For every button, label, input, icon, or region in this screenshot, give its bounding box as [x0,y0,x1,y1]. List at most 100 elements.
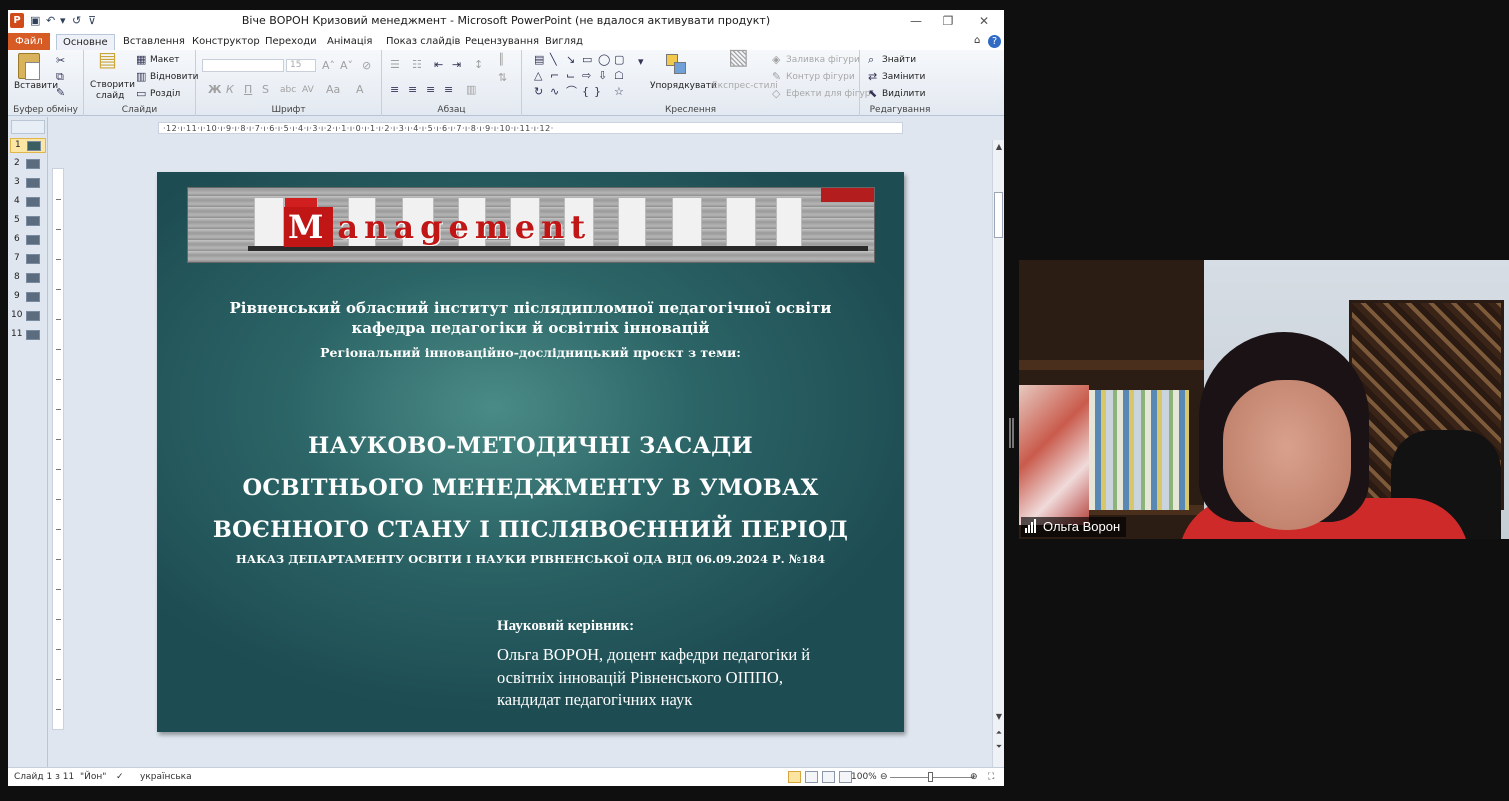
character-spacing-icon[interactable]: AV [302,84,314,96]
decrease-indent-icon[interactable]: ⇤ [434,59,443,71]
theme-name[interactable]: "Йон" [80,772,106,782]
help-icon[interactable]: ? [988,35,1001,48]
tab-file[interactable]: Файл [8,33,50,50]
line-spacing-icon[interactable]: ↕ [474,59,483,71]
tab-slide-show[interactable]: Показ слайдів [380,34,466,50]
star-shape-icon[interactable]: ☆ [614,86,624,98]
bullets-icon[interactable]: ☰ [390,59,400,71]
triangle-shape-icon[interactable]: △ [534,70,542,82]
tab-insert[interactable]: Вставлення [117,34,191,50]
pane-tabs[interactable] [11,120,45,134]
previous-slide-icon[interactable]: ⏶ [994,728,1004,738]
tab-view[interactable]: Вигляд [539,34,589,50]
minimize-ribbon-icon[interactable]: ⌂ [974,35,980,46]
text-direction-icon[interactable]: ⇅ [498,72,507,84]
slide-canvas[interactable]: Management Рівненський обласний інститут… [157,172,904,732]
paste-button[interactable]: Вставити [14,81,58,91]
new-slide-icon[interactable]: ▤ [98,49,117,69]
rounded-rect-shape-icon[interactable]: ▢ [614,54,624,66]
quick-styles-icon[interactable]: ▧ [728,47,749,69]
slide-thumbnail-8[interactable]: 8 [10,271,46,286]
reset-button[interactable]: Відновити [150,72,199,82]
align-left-icon[interactable]: ≡ [390,84,399,96]
vertical-scrollbar[interactable]: ▲ ▼ ⏶ ⏷ [992,140,1004,767]
slide-thumbnail-1[interactable]: 1 [10,138,46,153]
shape-fill-button[interactable]: Заливка фігури [786,55,860,65]
slide-thumbnail-9[interactable]: 9 [10,290,46,305]
new-slide-button-line2[interactable]: слайд [96,91,124,101]
align-right-icon[interactable]: ≡ [426,84,435,96]
close-button[interactable]: ✕ [970,12,998,30]
find-button[interactable]: Знайти [882,55,916,65]
font-color-icon[interactable]: A [356,84,364,96]
bold-icon[interactable]: Ж [208,84,221,96]
zoom-level[interactable]: 100% [851,772,877,782]
language-indicator[interactable]: українська [140,772,192,782]
shape-effects-button[interactable]: Ефекти для фігур [786,89,871,99]
window-splitter-handle[interactable] [1009,418,1014,448]
slide-thumbnail-2[interactable]: 2 [10,157,46,172]
clear-formatting-icon[interactable]: ⊘ [362,60,371,72]
font-name-field[interactable] [202,59,284,72]
zoom-out-icon[interactable]: ⊖ [880,772,888,782]
arrow-line-shape-icon[interactable]: ↘ [566,54,575,66]
paste-icon[interactable] [18,53,40,80]
rectangle-shape-icon[interactable]: ▭ [582,54,592,66]
participant-video-tile[interactable]: Ольга Ворон [1019,260,1509,539]
replace-button[interactable]: Замінити [882,72,925,82]
curve-shape-icon[interactable]: ∿ [550,86,559,98]
align-center-icon[interactable]: ≡ [408,84,417,96]
font-size-field[interactable]: 15 [286,59,316,72]
reading-view-button[interactable] [822,771,835,783]
quick-styles-button[interactable]: Експрес-стилі [712,81,778,91]
restore-button[interactable]: ❐ [934,12,962,30]
minimize-button[interactable]: — [902,12,930,30]
scroll-down-icon[interactable]: ▼ [994,712,1004,721]
brace-left-shape-icon[interactable]: { [582,86,589,98]
scrollbar-thumb[interactable] [994,192,1003,238]
arrange-icon[interactable] [666,54,688,76]
numbering-icon[interactable]: ☷ [412,59,422,71]
italic-icon[interactable]: К [226,84,234,96]
shadow-icon[interactable]: S [262,84,269,96]
justify-icon[interactable]: ≡ [444,84,453,96]
next-slide-icon[interactable]: ⏷ [994,742,1004,752]
shapes-gallery[interactable]: ▤ ╲ ↘ ▭ ◯ ▢ △ ⌐ ⌙ ⇨ ⇩ ☖ ↻ ∿ ⌒ { } ☆ [534,54,634,100]
arrange-button[interactable]: Упорядкувати [650,81,717,91]
slide-sorter-button[interactable] [805,771,818,783]
section-button[interactable]: Розділ [150,89,180,99]
zoom-in-icon[interactable]: ⊕ [970,772,978,782]
slide-thumbnail-5[interactable]: 5 [10,214,46,229]
zoom-slider-knob[interactable] [928,772,933,782]
columns-icon[interactable]: ║ [498,54,505,66]
brace-right-shape-icon[interactable]: } [594,86,601,98]
slide-thumbnail-3[interactable]: 3 [10,176,46,191]
tab-review[interactable]: Рецензування [459,34,545,50]
layout-button[interactable]: Макет [150,55,180,65]
shapes-more-icon[interactable]: ▾ [638,56,644,68]
increase-indent-icon[interactable]: ⇥ [452,59,461,71]
tab-design[interactable]: Конструктор [186,34,266,50]
cut-icon[interactable]: ✂ [56,55,65,67]
oval-shape-icon[interactable]: ◯ [598,54,610,66]
change-case-icon[interactable]: Aa [326,84,340,96]
strikethrough-icon[interactable]: abc [280,84,296,96]
slide-thumbnail-7[interactable]: 7 [10,252,46,267]
shape-outline-button[interactable]: Контур фігури [786,72,855,82]
connector-shape-icon[interactable]: ⌙ [566,70,575,82]
shrink-font-icon[interactable]: A˅ [340,60,353,72]
select-button[interactable]: Виділити [882,89,925,99]
spellcheck-icon[interactable]: ✓ [116,772,124,782]
format-painter-icon[interactable]: ✎ [56,87,65,99]
curved-arrow-shape-icon[interactable]: ↻ [534,86,543,98]
slide-thumbnail-10[interactable]: 10 [10,309,46,324]
elbow-connector-icon[interactable]: ⌐ [550,70,559,82]
underline-icon[interactable]: П [244,84,252,96]
new-slide-button[interactable]: Створити [90,80,135,90]
textbox-shape-icon[interactable]: ▤ [534,54,544,66]
tab-transitions[interactable]: Переходи [259,34,323,50]
right-arrow-shape-icon[interactable]: ⇨ [582,70,591,82]
copy-icon[interactable]: ⧉ [56,71,64,83]
normal-view-button[interactable] [788,771,801,783]
slide-thumbnail-11[interactable]: 11 [10,328,46,343]
